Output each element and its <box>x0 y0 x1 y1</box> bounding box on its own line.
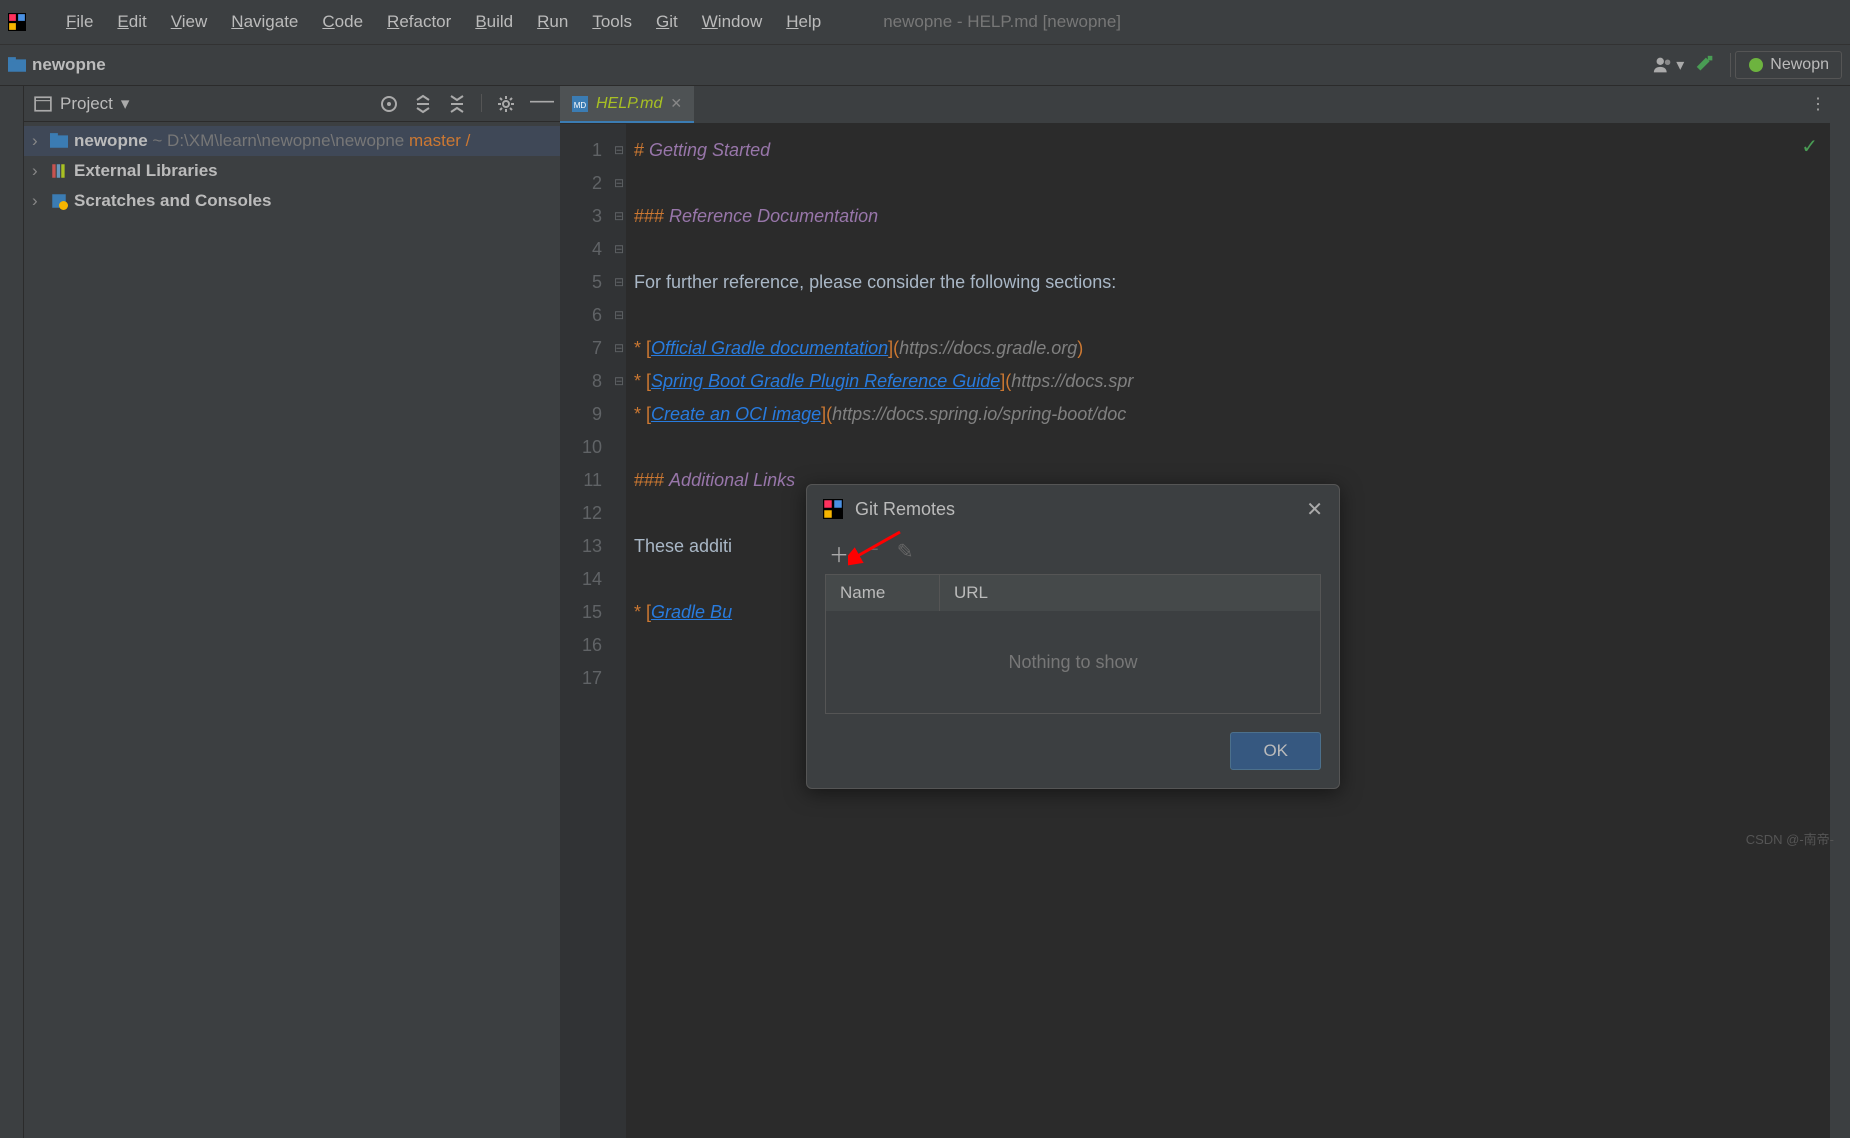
gutter-fold-marks[interactable]: ⊟⊟⊟⊟⊟⊟⊟⊟ <box>612 124 626 1138</box>
left-tool-rail[interactable] <box>0 86 24 1138</box>
run-config-label: Newopn <box>1770 56 1829 74</box>
tree-row[interactable]: ›External Libraries <box>24 156 560 186</box>
remotes-table[interactable]: Name URL Nothing to show <box>825 574 1321 714</box>
kebab-icon[interactable]: ⋮ <box>1810 94 1826 114</box>
close-icon[interactable]: ✕ <box>670 95 682 112</box>
chevron-down-icon[interactable]: ▾ <box>121 94 130 114</box>
git-remotes-dialog: Git Remotes ✕ ＋ − ✎ Name URL Nothing to … <box>806 484 1340 789</box>
menu-window[interactable]: Window <box>690 12 774 32</box>
menu-git[interactable]: Git <box>644 12 690 32</box>
markdown-icon: MD <box>572 96 588 112</box>
menu-file[interactable]: File <box>54 12 105 32</box>
menu-edit[interactable]: Edit <box>105 12 158 32</box>
tree-row[interactable]: ›newopne ~ D:\XM\learn\newopne\newopne m… <box>24 126 560 156</box>
menu-view[interactable]: View <box>159 12 220 32</box>
toolbar: newopne ▾ Newopn <box>0 44 1850 86</box>
gear-icon[interactable] <box>496 94 516 114</box>
menu-navigate[interactable]: Navigate <box>219 12 310 32</box>
project-folder-icon <box>8 56 26 74</box>
project-view-icon <box>34 95 52 113</box>
expand-icon[interactable] <box>413 94 433 114</box>
tab-label: HELP.md <box>596 95 662 113</box>
menu-bar: FileEditViewNavigateCodeRefactorBuildRun… <box>0 0 1850 44</box>
spring-icon <box>1748 57 1764 73</box>
breadcrumb-project[interactable]: newopne <box>32 55 106 75</box>
menu-tools[interactable]: Tools <box>580 12 644 32</box>
watermark: CSDN @-南帝- <box>1746 829 1834 848</box>
right-tool-rail[interactable] <box>1830 86 1850 1138</box>
remove-icon: − <box>867 539 879 568</box>
window-title: newopne - HELP.md [newopne] <box>883 12 1121 32</box>
svg-text:MD: MD <box>574 101 587 110</box>
menu-help[interactable]: Help <box>774 12 833 32</box>
hammer-icon[interactable] <box>1694 54 1716 76</box>
edit-icon: ✎ <box>897 539 914 568</box>
column-url[interactable]: URL <box>940 575 1320 611</box>
target-icon[interactable] <box>379 94 399 114</box>
collapse-icon[interactable] <box>447 94 467 114</box>
column-name[interactable]: Name <box>826 575 940 611</box>
table-empty-text: Nothing to show <box>826 611 1320 713</box>
app-icon <box>823 499 843 519</box>
dialog-title: Git Remotes <box>855 499 1294 520</box>
menu-refactor[interactable]: Refactor <box>375 12 463 32</box>
project-tree[interactable]: ›newopne ~ D:\XM\learn\newopne\newopne m… <box>24 122 560 220</box>
minimize-icon[interactable]: — <box>530 94 550 114</box>
menu-run[interactable]: Run <box>525 12 580 32</box>
menu-code[interactable]: Code <box>310 12 375 32</box>
ok-button[interactable]: OK <box>1230 732 1321 770</box>
editor-tab[interactable]: MD HELP.md ✕ <box>560 86 694 123</box>
checkmark-icon[interactable]: ✓ <box>1801 134 1818 159</box>
close-icon[interactable]: ✕ <box>1306 497 1323 522</box>
users-icon[interactable] <box>1652 54 1674 76</box>
add-icon[interactable]: ＋ <box>829 539 849 568</box>
tree-row[interactable]: ›Scratches and Consoles <box>24 186 560 216</box>
menu-build[interactable]: Build <box>463 12 525 32</box>
project-sidebar: Project ▾ — ›newopne ~ D:\XM\learn\newop… <box>24 86 560 1138</box>
app-icon <box>8 13 26 31</box>
sidebar-title[interactable]: Project ▾ <box>34 94 371 114</box>
chevron-down-icon[interactable]: ▾ <box>1676 55 1684 75</box>
gutter[interactable]: 1234567891011121314151617 <box>560 124 612 1138</box>
run-config-selector[interactable]: Newopn <box>1735 51 1842 79</box>
